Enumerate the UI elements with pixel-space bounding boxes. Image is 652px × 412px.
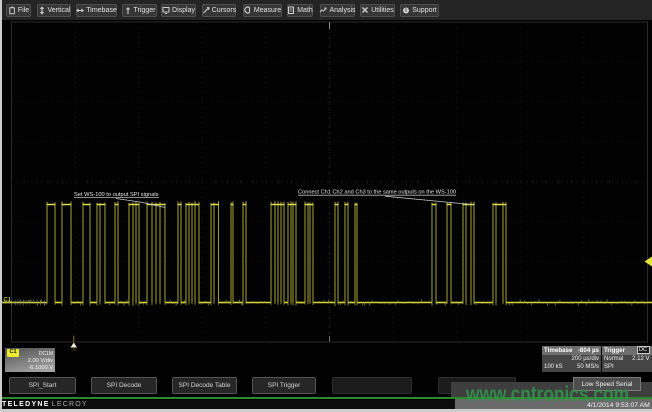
- svg-text:C1: C1: [4, 298, 12, 304]
- svg-text:Connect Ch1 Ch2 and Ch3 to the: Connect Ch1 Ch2 and Ch3 to the same outp…: [298, 190, 456, 196]
- svg-text:Set WS-100 to output SPI signa: Set WS-100 to output SPI signals: [74, 192, 159, 198]
